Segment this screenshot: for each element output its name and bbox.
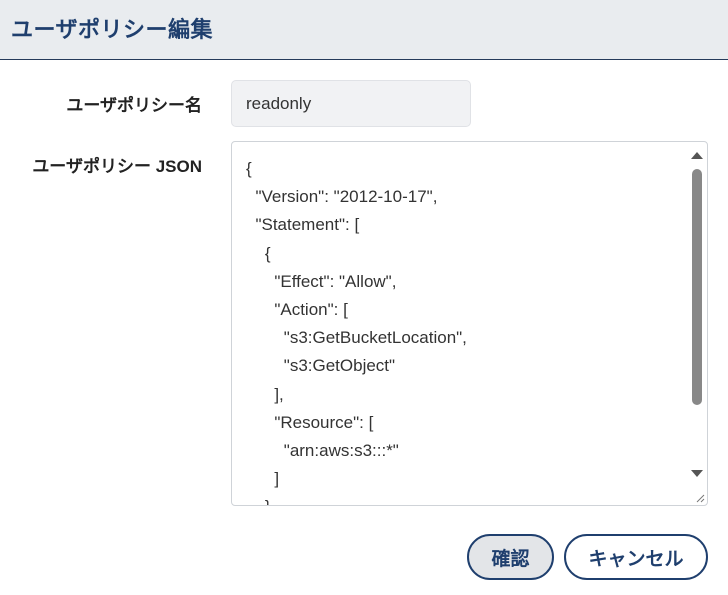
page-title: ユーザポリシー編集: [11, 17, 214, 42]
policy-json-textarea[interactable]: { "Version": "2012-10-17", "Statement": …: [231, 141, 708, 506]
policy-json-label: ユーザポリシー JSON: [32, 157, 202, 176]
policy-name-label: ユーザポリシー名: [66, 96, 202, 115]
policy-name-input[interactable]: [231, 80, 471, 127]
cancel-button[interactable]: キャンセル: [564, 534, 708, 580]
scroll-down-icon[interactable]: [687, 464, 707, 482]
dialog-header: ユーザポリシー編集: [0, 0, 728, 60]
confirm-button[interactable]: 確認: [467, 534, 554, 580]
resize-grip-icon[interactable]: [693, 491, 705, 503]
scroll-up-icon[interactable]: [687, 146, 707, 164]
json-scrollbar[interactable]: [687, 142, 707, 505]
policy-json-content[interactable]: { "Version": "2012-10-17", "Statement": …: [246, 155, 683, 505]
scroll-thumb[interactable]: [692, 169, 702, 405]
